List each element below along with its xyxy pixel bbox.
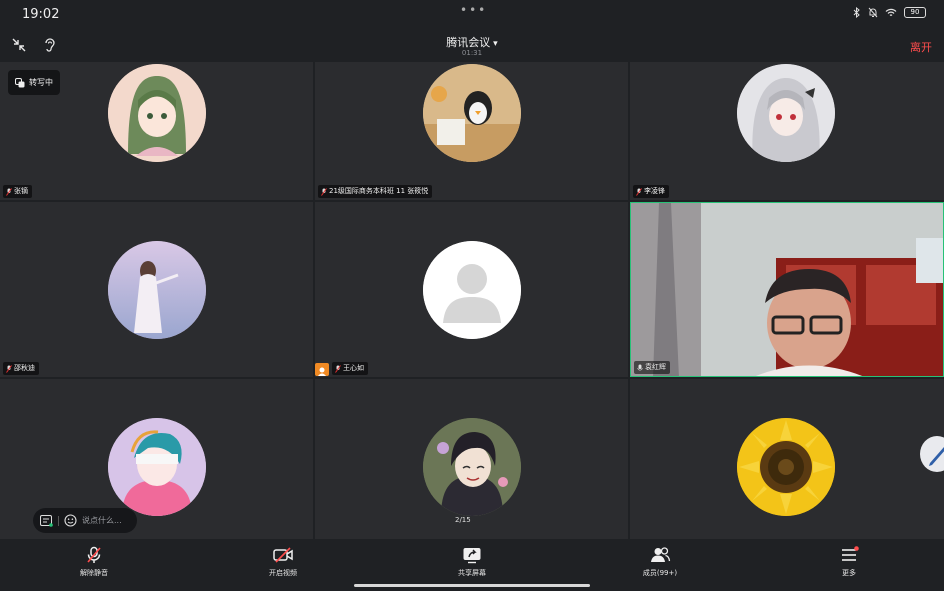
mic-muted-icon [335,364,341,373]
participant-avatar [423,241,521,339]
wifi-icon [885,8,897,16]
mic-muted-icon [87,546,101,563]
participant-name-tag: 21级国际商务本科班 11 张筱悦 [318,185,433,198]
participant-avatar [108,418,206,516]
participant-name-tag: 王心如 [332,362,368,375]
battery-indicator: 90 [904,7,926,18]
participant-name-tag: 李凌锋 [633,185,669,198]
unmute-label: 解除静音 [80,569,108,577]
status-bar: 19:02 ••• 90 [0,0,944,28]
transcribing-indicator[interactable]: 转写中 [8,70,60,95]
participant-avatar [737,64,835,162]
participant-name-tag: 袁红辉 [634,361,670,374]
participant-name-tag: 邵秋迪 [3,362,39,375]
participant-tile[interactable]: 21级国际商务本科班 11 张筱悦 [315,62,628,200]
status-time: 19:02 [22,7,60,22]
start-video-label: 开启视频 [269,569,297,577]
participant-video-feed [631,203,943,376]
more-button[interactable]: 更多 [809,546,889,578]
participant-tile[interactable] [630,379,944,539]
transcribe-icon [15,77,25,87]
mic-muted-icon [6,187,12,196]
share-screen-button[interactable]: 共享屏幕 [432,546,512,578]
home-indicator[interactable] [354,584,590,587]
pen-icon [929,447,944,466]
mic-muted-icon [321,187,327,196]
members-button[interactable]: 成员(99+) [620,546,700,578]
participant-avatar [423,64,521,162]
share-screen-label: 共享屏幕 [458,569,486,577]
participant-tile[interactable]: 王心如 [315,202,628,377]
meeting-title[interactable]: 腾讯会议 ▾ [0,34,944,50]
meeting-header: 腾讯会议 ▾ 01:31 离开 [0,28,944,62]
status-icons: 90 [853,7,926,18]
chat-input-bar[interactable]: 说点什么... [33,508,137,533]
chat-separator [58,515,59,526]
page-indicator: 2/15 [455,516,471,524]
leave-button[interactable]: 离开 [910,39,932,55]
members-label: 成员(99+) [642,569,678,577]
annotation-pen-button[interactable] [920,436,944,472]
bluetooth-icon [853,7,860,18]
chat-placeholder: 说点什么... [82,516,122,525]
participant-name-tag: 张镝 [3,185,32,198]
unmute-button[interactable]: 解除静音 [54,546,134,578]
mic-muted-icon [6,364,12,373]
emoji-icon[interactable] [64,514,77,527]
share-screen-icon [463,548,481,564]
multitask-dots-icon[interactable]: ••• [460,3,487,17]
participant-tile-active-speaker[interactable]: 袁红辉 [630,202,944,377]
camera-off-icon [273,547,293,563]
transcribing-label: 转写中 [29,78,53,87]
mute-notification-icon [868,7,878,18]
meeting-title-text: 腾讯会议 [446,36,491,49]
menu-icon [842,546,859,561]
participant-tile[interactable]: 邵秋迪 [0,202,313,377]
mic-active-icon [637,364,643,371]
participant-tile[interactable]: 李凌锋 [630,62,944,200]
more-label: 更多 [842,569,856,577]
chevron-down-icon: ▾ [490,39,498,49]
participant-avatar [108,64,206,162]
chat-list-icon[interactable] [40,514,53,527]
participant-tile[interactable] [315,379,628,539]
host-badge-icon [315,363,329,376]
video-grid: 张镝 21级国际商务本科班 11 张筱悦 李凌锋 邵秋迪 王心如 袁红辉 [0,62,944,539]
participant-avatar [108,241,206,339]
participant-avatar [423,418,521,516]
members-icon [651,547,671,562]
mic-muted-icon [636,187,642,196]
meeting-timer: 01:31 [461,49,483,57]
start-video-button[interactable]: 开启视频 [243,546,323,578]
participant-avatar [737,418,835,516]
